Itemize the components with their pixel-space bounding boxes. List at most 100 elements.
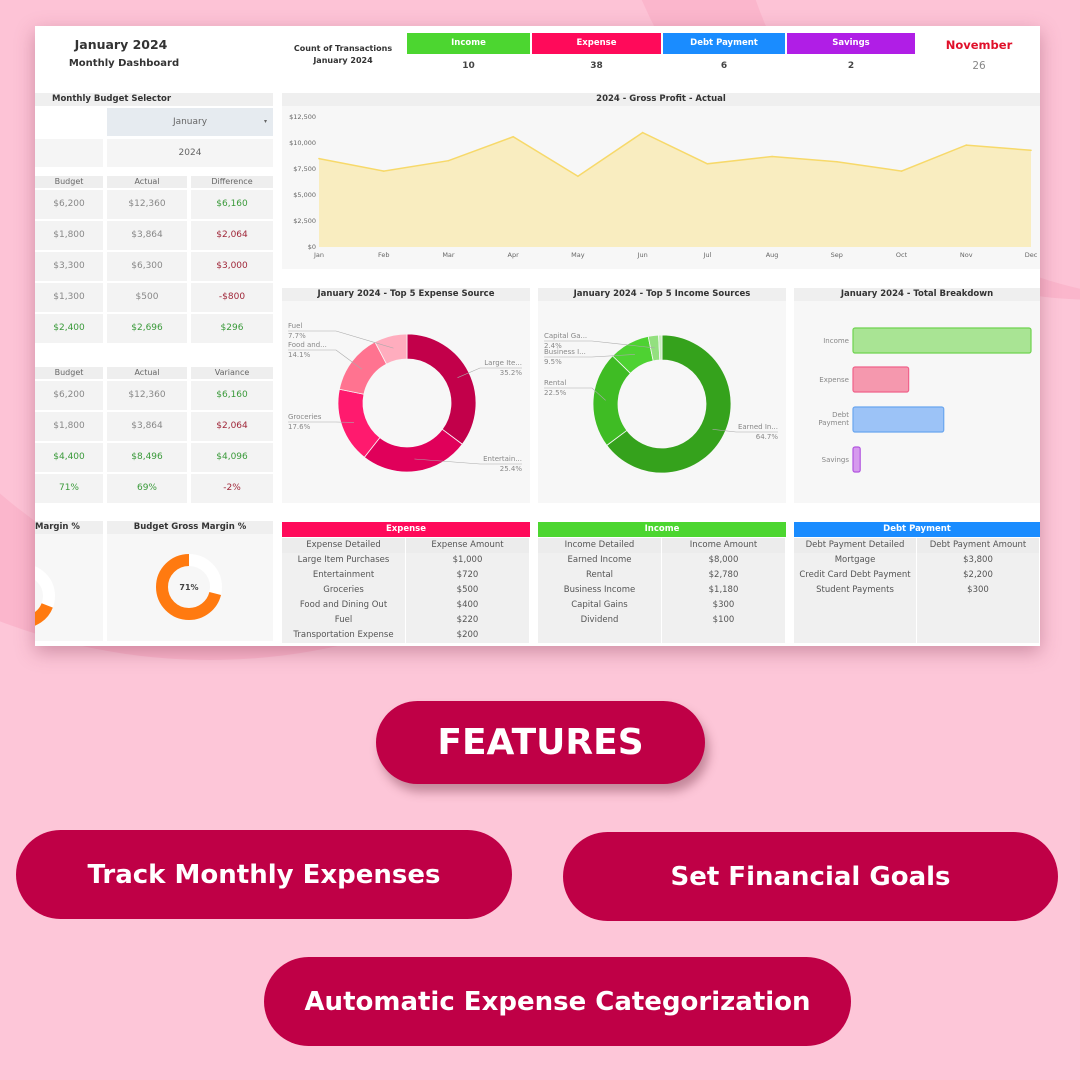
- budget-col-header: Actual: [107, 176, 187, 188]
- row-amount: $8,000: [662, 553, 785, 568]
- budget-selector-spacer: [35, 139, 103, 167]
- data-point-feb: [382, 170, 385, 172]
- table-row: Groceries $500: [282, 583, 530, 598]
- slice-percent: 2.4%: [544, 342, 562, 350]
- row-label: Earned Income: [538, 553, 661, 568]
- table-row: Business Income $1,180: [538, 583, 786, 598]
- slice-large-ite[interactable]: [406, 333, 477, 445]
- chevron-down-icon: ▾: [263, 118, 267, 125]
- table-row: Large Item Purchases $1,000: [282, 553, 530, 568]
- table-row: Student Payments $300: [794, 583, 1040, 598]
- y-tick-label: $5,000: [293, 191, 316, 199]
- y-tick-label: $0: [308, 243, 316, 251]
- income-donut-title: January 2024 - Top 5 Income Sources: [538, 288, 786, 301]
- column-header: Expense Amount: [406, 538, 529, 553]
- slice-entertain[interactable]: [363, 428, 463, 473]
- x-tick-label: Oct: [896, 251, 908, 259]
- budget-selector-title: Monthly Budget Selector: [35, 93, 273, 106]
- budget-cell: $3,864: [107, 412, 187, 441]
- slice-percent: 25.4%: [500, 465, 523, 473]
- data-point-sep: [836, 160, 838, 163]
- slice-percent: 9.5%: [544, 358, 562, 366]
- expense-table: Expense Expense Detailed Expense Amount Lar…: [282, 522, 530, 643]
- row-amount: [917, 613, 1039, 628]
- slice-label: Large Ite...: [484, 359, 522, 367]
- budget-cell: $12,360: [107, 381, 187, 410]
- budget-cell: $4,096: [191, 443, 273, 472]
- table-row: Transportation Expense $200: [282, 628, 530, 643]
- bar-debt-payment[interactable]: [852, 406, 945, 433]
- table-row: Credit Card Debt Payment $2,200: [794, 568, 1040, 583]
- budget-cell: $3,864: [107, 221, 187, 250]
- x-tick-label: Feb: [378, 251, 390, 259]
- area-fill: [319, 132, 1031, 247]
- feature-pill-track-expenses: Track Monthly Expenses: [16, 830, 512, 919]
- slice-label: Food and...: [288, 341, 327, 349]
- row-amount: $720: [406, 568, 529, 583]
- row-label: [794, 598, 916, 613]
- expense-table-header: Expense Detailed Expense Amount: [282, 538, 530, 553]
- column-header: Debt Payment Detailed: [794, 538, 916, 553]
- kpi-value-debt-payment: 6: [663, 56, 785, 77]
- gauge-panel-left: Margin %: [35, 521, 103, 641]
- dashboard-title: January 2024: [74, 37, 168, 52]
- data-point-jun: [641, 131, 644, 134]
- x-tick-label: Jun: [637, 251, 648, 259]
- count-label-line1: Count of Transactions: [293, 44, 393, 53]
- gross-profit-chart: $0 $2,500 $5,000 $7,500 $10,000 $12,500 Jan Feb…: [289, 113, 1038, 259]
- budget-cell: $500: [107, 283, 187, 312]
- slice-percent: 35.2%: [500, 369, 523, 377]
- budget-cell: $6,160: [191, 190, 273, 219]
- income-donut-panel: January 2024 - Top 5 Income Sources Earn…: [538, 288, 786, 503]
- slice-percent: 64.7%: [756, 433, 779, 441]
- data-point-may: [577, 175, 579, 178]
- gauge-right-title: Budget Gross Margin %: [107, 521, 273, 534]
- dashboard-title-box: January 2024 Monthly Dashboard: [35, 32, 273, 78]
- bar-label: Debt: [832, 411, 849, 419]
- y-tick-label: $2,500: [293, 217, 316, 225]
- gauge-left-title: Margin %: [35, 521, 103, 534]
- x-tick-label: May: [571, 251, 585, 259]
- bar-savings[interactable]: [852, 446, 861, 473]
- column-header: Debt Payment Amount: [917, 538, 1039, 553]
- x-tick-label: Dec: [1025, 251, 1038, 259]
- expense-table-title: Expense: [282, 522, 530, 537]
- slice-rental[interactable]: [592, 355, 632, 446]
- x-tick-label: Aug: [766, 251, 779, 259]
- bar-expense[interactable]: [852, 366, 910, 393]
- slice-label: Rental: [544, 379, 566, 387]
- budget-selector-panel: Monthly Budget Selector January ▾ 2024 B…: [35, 93, 273, 505]
- table-row: [538, 628, 786, 643]
- budget-cell: $6,300: [107, 252, 187, 281]
- income-donut-chart: Earned In...64.7%Rental22.5%Business I..…: [544, 332, 779, 474]
- slice-label: Groceries: [288, 413, 322, 421]
- row-amount: $400: [406, 598, 529, 613]
- debt-table-title: Debt Payment: [794, 522, 1040, 537]
- month-dropdown[interactable]: January ▾: [107, 108, 273, 136]
- row-label: Groceries: [282, 583, 405, 598]
- breakdown-bar-chart: Income Expense DebtPayment Savings: [818, 327, 1032, 473]
- bar-income[interactable]: [852, 327, 1032, 354]
- gauge-left-chart: [35, 564, 55, 628]
- year-field[interactable]: 2024: [107, 139, 273, 167]
- kpi-header-income: Income: [407, 33, 530, 54]
- y-tick-label: $12,500: [289, 113, 316, 121]
- row-amount: [917, 628, 1039, 643]
- table-row: Rental $2,780: [538, 568, 786, 583]
- row-label: [794, 628, 916, 643]
- dashboard-subtitle: Monthly Dashboard: [68, 58, 180, 69]
- data-point-nov: [965, 144, 968, 146]
- budget-cell: $1,300: [35, 283, 103, 312]
- budget-cell: 69%: [107, 474, 187, 503]
- row-amount: [662, 628, 785, 643]
- x-tick-label: Jan: [313, 251, 324, 259]
- gross-profit-panel: 2024 - Gross Profit - Actual $0 $2,500 $5,…: [282, 93, 1040, 269]
- budget-cell: $2,400: [35, 314, 103, 343]
- budget-cell: $2,696: [107, 314, 187, 343]
- gauge-right-value: 71%: [179, 583, 198, 592]
- row-amount: $220: [406, 613, 529, 628]
- kpi-value-expense: 38: [532, 56, 661, 77]
- table-row: Food and Dining Out $400: [282, 598, 530, 613]
- budget-cell: $6,200: [35, 190, 103, 219]
- data-point-jan: [318, 157, 320, 160]
